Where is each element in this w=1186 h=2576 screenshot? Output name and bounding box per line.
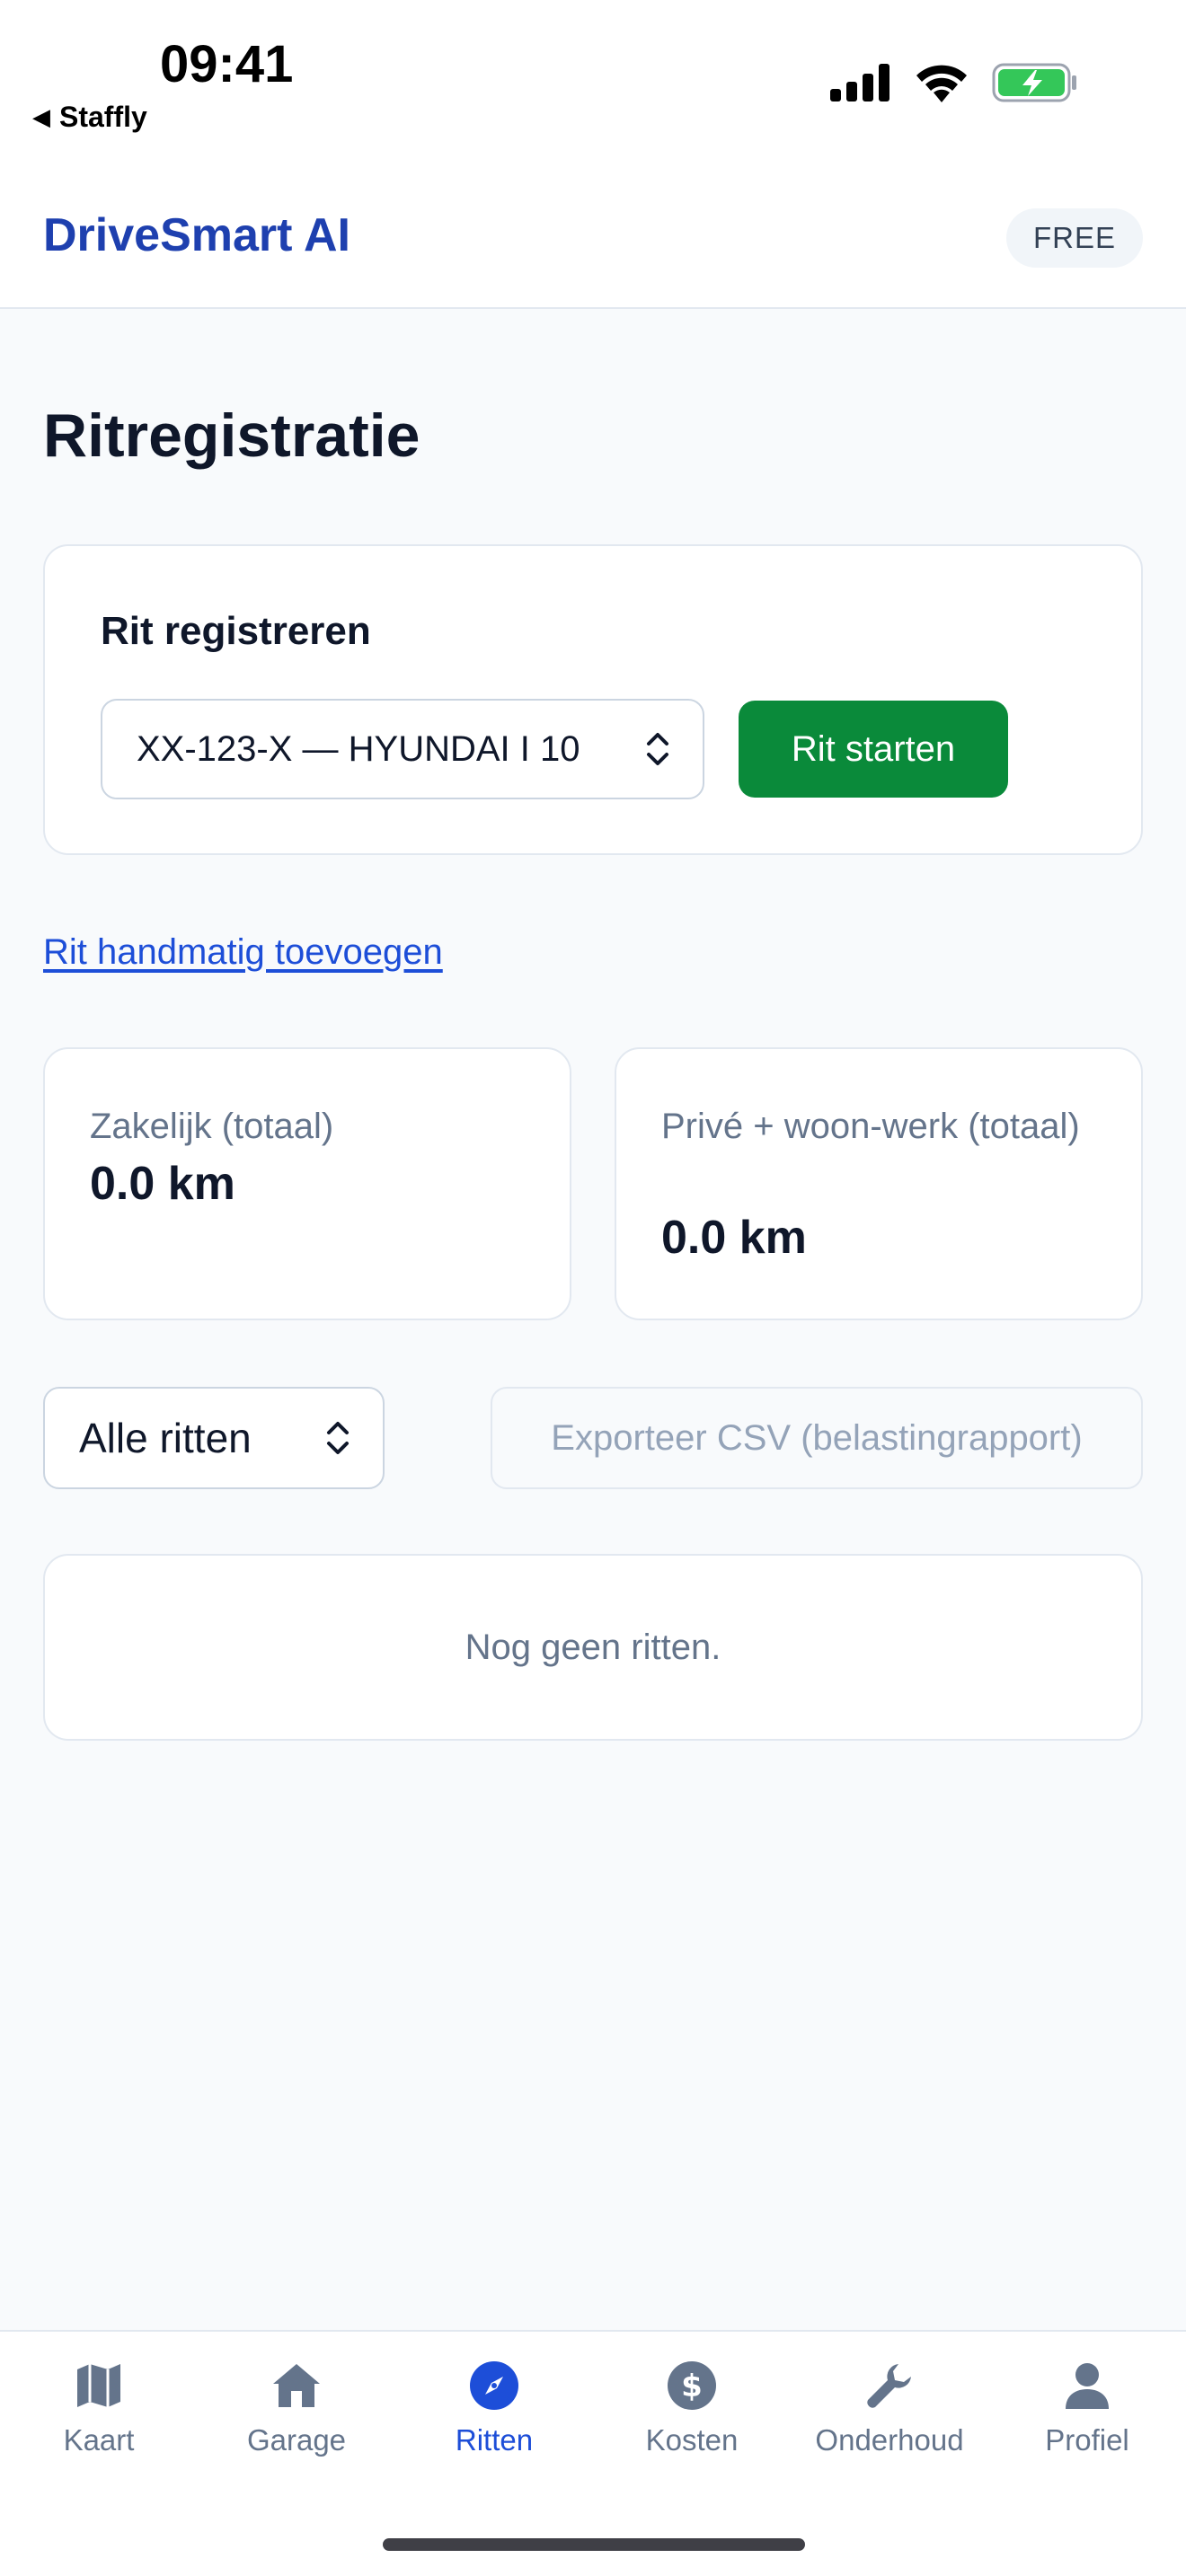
tab-label: Garage xyxy=(246,2423,347,2457)
stat-value-private: 0.0 km xyxy=(661,1212,807,1264)
registration-title: Rit registreren xyxy=(101,609,371,653)
trip-registration-card: Rit registreren XX-123-X — HYUNDAI I 10 … xyxy=(43,544,1143,855)
wrench-icon xyxy=(867,2364,911,2408)
tab-kaart[interactable]: Kaart xyxy=(0,2350,198,2475)
tab-label: Profiel xyxy=(1045,2423,1129,2457)
trip-filter-select[interactable]: Alle ritten xyxy=(43,1387,385,1489)
chevron-up-down-icon xyxy=(647,733,668,765)
battery-charging-icon xyxy=(992,63,1076,102)
tab-garage[interactable]: Garage xyxy=(198,2350,395,2475)
svg-text:$: $ xyxy=(681,2369,703,2404)
stat-card-business: Zakelijk (totaal) 0.0 km xyxy=(43,1047,571,1320)
tab-ritten[interactable]: Ritten xyxy=(395,2350,593,2475)
tab-label: Onderhoud xyxy=(815,2423,964,2457)
vehicle-select-value: XX-123-X — HYUNDAI I 10 xyxy=(137,728,580,769)
compass-icon xyxy=(470,2361,518,2410)
empty-state-text: Nog geen ritten. xyxy=(465,1627,721,1667)
stat-value-business: 0.0 km xyxy=(90,1158,235,1210)
vehicle-select[interactable]: XX-123-X — HYUNDAI I 10 xyxy=(101,699,704,799)
stat-card-private: Privé + woon-werk (totaal) 0.0 km xyxy=(615,1047,1143,1320)
tab-profiel[interactable]: Profiel xyxy=(988,2350,1186,2475)
chevron-up-down-icon xyxy=(327,1422,349,1454)
stat-label-business: Zakelijk (totaal) xyxy=(90,1107,334,1146)
back-triangle-icon: ◀ xyxy=(32,103,50,130)
wifi-icon xyxy=(916,65,967,102)
back-app-label: Staffly xyxy=(59,101,147,133)
status-bar: 09:41 ◀ Staffly xyxy=(0,0,1186,171)
tab-kosten[interactable]: $ Kosten xyxy=(593,2350,791,2475)
page-title: Ritregistratie xyxy=(43,401,420,470)
signal-icon xyxy=(830,64,890,101)
status-icons xyxy=(830,63,1078,102)
start-trip-button[interactable]: Rit starten xyxy=(739,701,1008,798)
stat-label-private: Privé + woon-werk (totaal) xyxy=(661,1107,1080,1146)
tab-label: Kosten xyxy=(645,2423,739,2457)
brand-title: DriveSmart AI xyxy=(43,209,350,261)
trip-filter-value: Alle ritten xyxy=(79,1415,252,1461)
tab-label: Kaart xyxy=(63,2423,135,2457)
tab-onderhoud[interactable]: Onderhoud xyxy=(791,2350,988,2475)
home-icon xyxy=(273,2364,320,2407)
plan-badge: FREE xyxy=(1005,208,1143,268)
dollar-icon: $ xyxy=(668,2361,716,2410)
home-indicator[interactable] xyxy=(383,2538,805,2551)
export-csv-button[interactable]: Exporteer CSV (belastingrapport) xyxy=(491,1387,1143,1489)
tab-label: Ritten xyxy=(455,2423,534,2457)
person-icon xyxy=(1066,2363,1109,2409)
map-icon xyxy=(77,2364,120,2407)
add-trip-manually-link[interactable]: Rit handmatig toevoegen xyxy=(43,932,443,973)
trips-list-empty: Nog geen ritten. xyxy=(43,1554,1143,1741)
app-header: DriveSmart AI FREE xyxy=(0,171,1186,309)
status-time: 09:41 xyxy=(160,35,294,93)
back-to-app-link[interactable]: ◀ Staffly xyxy=(32,101,147,134)
